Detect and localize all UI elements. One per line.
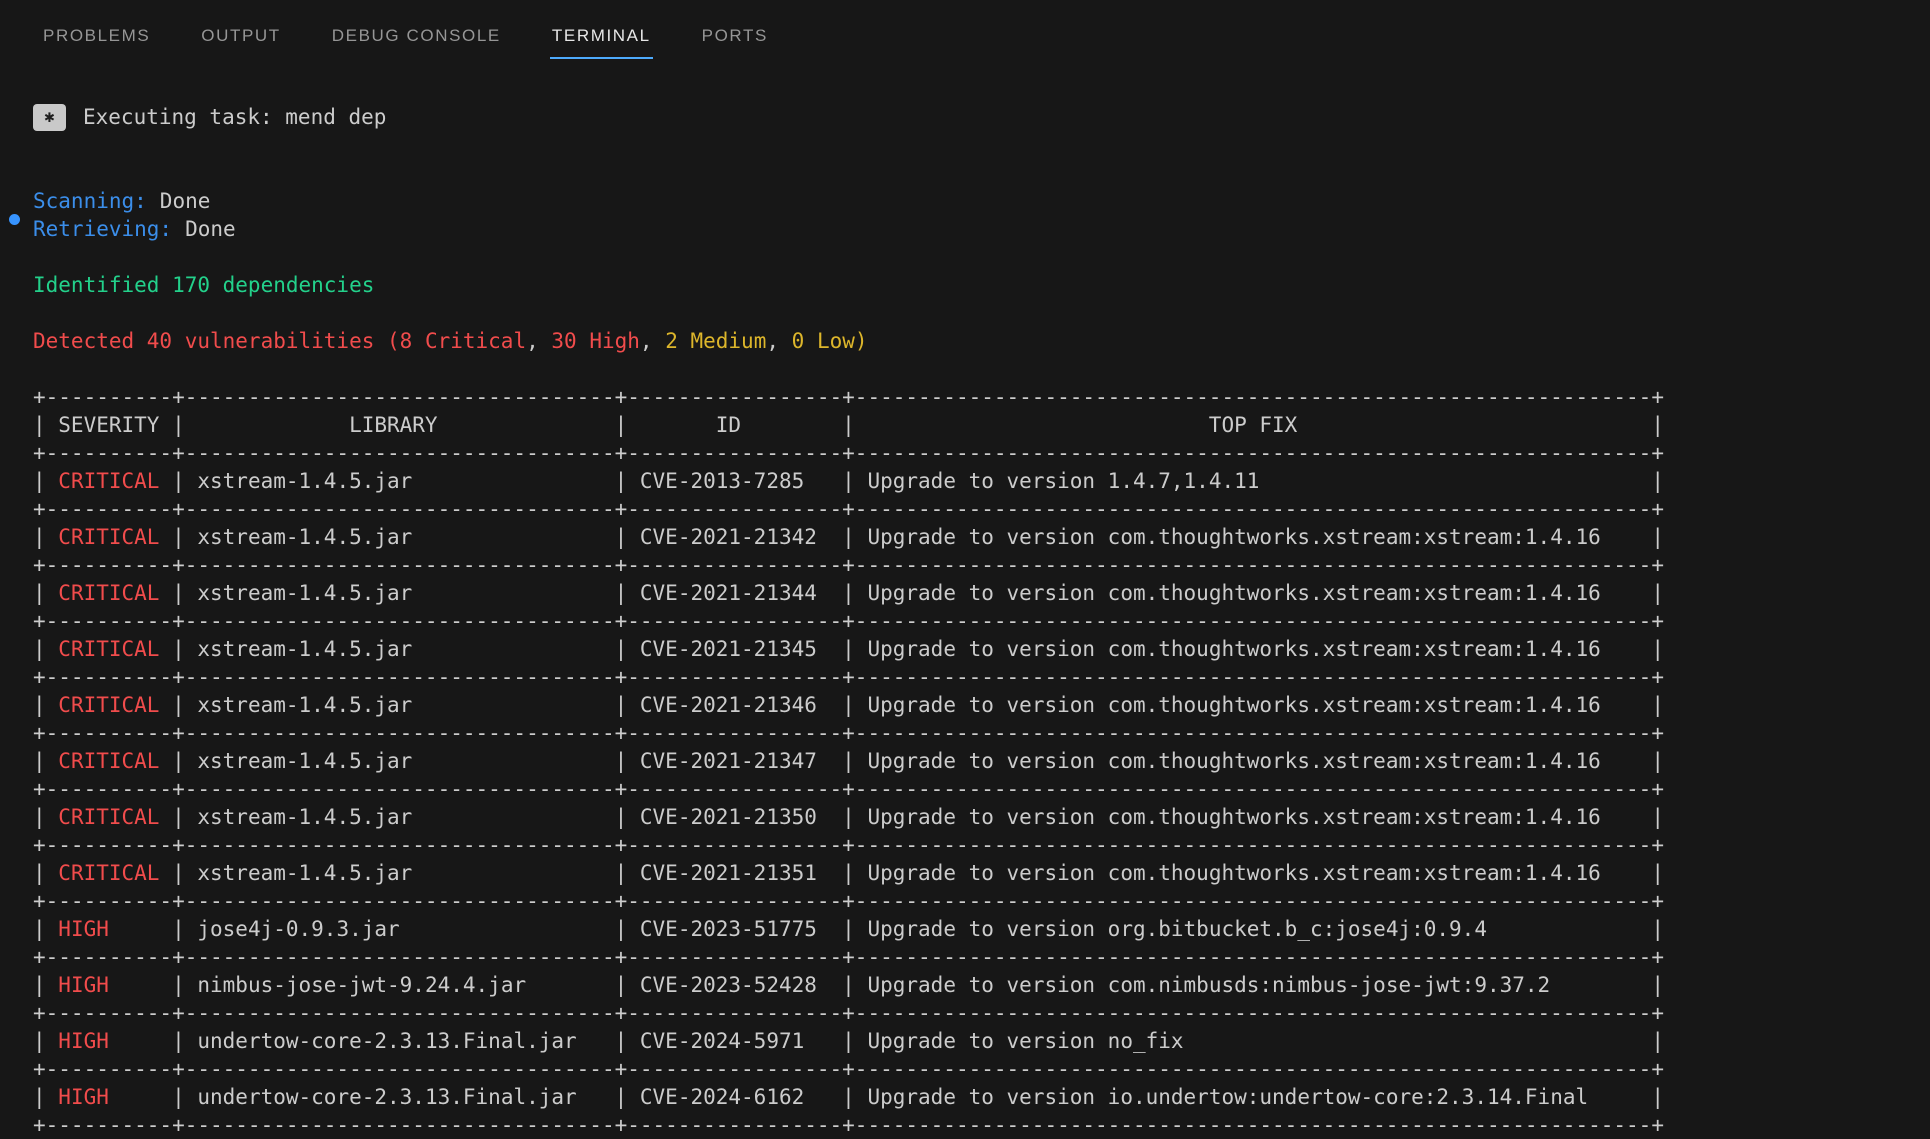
command-decoration-dot[interactable] — [9, 214, 20, 225]
table-border: +----------+----------------------------… — [33, 495, 1930, 523]
table-border: +----------+----------------------------… — [33, 719, 1930, 747]
severity-cell: CRITICAL — [46, 805, 172, 829]
spacer — [33, 131, 1930, 187]
table-border: +----------+----------------------------… — [33, 943, 1930, 971]
table-row: | CRITICAL | xstream-1.4.5.jar | CVE-202… — [33, 579, 1930, 607]
severity-cell: CRITICAL — [46, 749, 172, 773]
table-border: +----------+----------------------------… — [33, 887, 1930, 915]
table-row: | CRITICAL | xstream-1.4.5.jar | CVE-202… — [33, 523, 1930, 551]
severity-cell: CRITICAL — [46, 525, 172, 549]
table-border: +----------+----------------------------… — [33, 831, 1930, 859]
spacer — [33, 355, 1930, 383]
table-row: | CRITICAL | xstream-1.4.5.jar | CVE-202… — [33, 859, 1930, 887]
severity-cell: HIGH — [46, 1085, 172, 1109]
table-border: +----------+----------------------------… — [33, 775, 1930, 803]
spacer — [33, 299, 1930, 327]
detected-segment: 8 Critical — [400, 329, 526, 353]
vuln-table: +----------+----------------------------… — [33, 383, 1930, 1139]
table-row: | HIGH | undertow-core-2.3.13.Final.jar … — [33, 1083, 1930, 1111]
terminal-output[interactable]: ✱ Executing task: mend dep Scanning:Done… — [0, 103, 1930, 1139]
tab-ports[interactable]: PORTS — [700, 0, 770, 59]
table-border: +----------+----------------------------… — [33, 383, 1930, 411]
retrieving-line: Retrieving:Done — [33, 215, 1930, 243]
table-row: | CRITICAL | xstream-1.4.5.jar | CVE-202… — [33, 747, 1930, 775]
detected-segment: ) — [855, 329, 868, 353]
detected-segment: 2 Medium — [665, 329, 766, 353]
detected-segment: 0 Low — [792, 329, 855, 353]
scanning-value: Done — [147, 189, 211, 213]
detected-segment: Detected 40 vulnerabilities ( — [33, 329, 400, 353]
table-header: | SEVERITY | LIBRARY | ID | TOP FIX | — [33, 411, 1930, 439]
severity-cell: CRITICAL — [46, 469, 172, 493]
retrieving-label: Retrieving: — [33, 217, 172, 241]
task-line: ✱ Executing task: mend dep — [33, 103, 1930, 131]
detected-line: Detected 40 vulnerabilities (8 Critical,… — [33, 327, 1930, 355]
tab-debug-console[interactable]: DEBUG CONSOLE — [330, 0, 503, 59]
table-row: | CRITICAL | xstream-1.4.5.jar | CVE-202… — [33, 803, 1930, 831]
table-border: +----------+----------------------------… — [33, 551, 1930, 579]
tab-problems[interactable]: PROBLEMS — [41, 0, 152, 59]
task-text: Executing task: mend dep — [83, 103, 386, 131]
tab-output[interactable]: OUTPUT — [199, 0, 282, 59]
severity-cell: CRITICAL — [46, 637, 172, 661]
table-row: | CRITICAL | xstream-1.4.5.jar | CVE-202… — [33, 691, 1930, 719]
table-border: +----------+----------------------------… — [33, 663, 1930, 691]
identified-line: Identified 170 dependencies — [33, 271, 1930, 299]
severity-cell: CRITICAL — [46, 861, 172, 885]
severity-cell: HIGH — [46, 917, 172, 941]
table-row: | CRITICAL | xstream-1.4.5.jar | CVE-201… — [33, 467, 1930, 495]
table-border: +----------+----------------------------… — [33, 1055, 1930, 1083]
table-border: +----------+----------------------------… — [33, 1111, 1930, 1139]
detected-segment: , — [766, 329, 791, 353]
severity-cell: HIGH — [46, 973, 172, 997]
retrieving-value: Done — [172, 217, 236, 241]
severity-cell: CRITICAL — [46, 581, 172, 605]
table-row: | HIGH | jose4j-0.9.3.jar | CVE-2023-517… — [33, 915, 1930, 943]
detected-segment: , — [526, 329, 551, 353]
table-row: | CRITICAL | xstream-1.4.5.jar | CVE-202… — [33, 635, 1930, 663]
table-border: +----------+----------------------------… — [33, 999, 1930, 1027]
table-row: | HIGH | undertow-core-2.3.13.Final.jar … — [33, 1027, 1930, 1055]
task-asterisk-icon: ✱ — [33, 104, 66, 131]
detected-segment: 30 High — [551, 329, 640, 353]
detected-segment: , — [640, 329, 665, 353]
scanning-line: Scanning:Done — [33, 187, 1930, 215]
severity-cell: CRITICAL — [46, 693, 172, 717]
table-border: +----------+----------------------------… — [33, 607, 1930, 635]
tab-terminal[interactable]: TERMINAL — [550, 0, 653, 59]
spacer — [33, 243, 1930, 271]
severity-cell: HIGH — [46, 1029, 172, 1053]
scanning-label: Scanning: — [33, 189, 147, 213]
table-row: | HIGH | nimbus-jose-jwt-9.24.4.jar | CV… — [33, 971, 1930, 999]
panel-tabbar: PROBLEMS OUTPUT DEBUG CONSOLE TERMINAL P… — [0, 0, 1930, 72]
table-border: +----------+----------------------------… — [33, 439, 1930, 467]
